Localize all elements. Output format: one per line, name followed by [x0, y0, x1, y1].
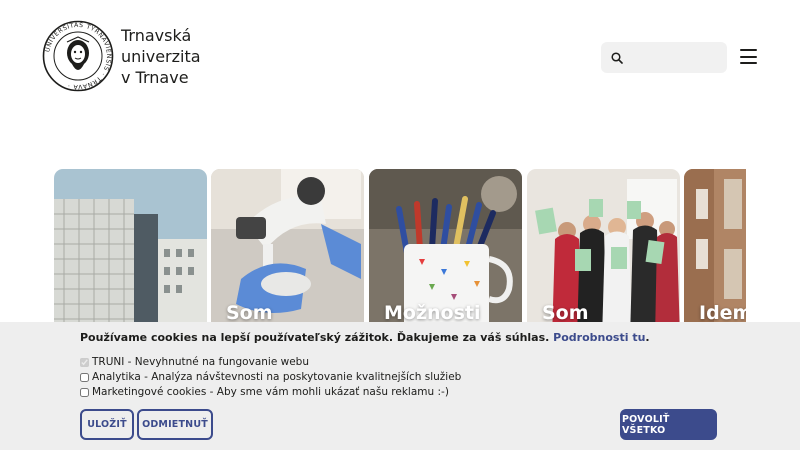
search-input[interactable] [631, 50, 721, 65]
university-seal-icon: UNIVERSITAS TYRNAVIENSIS · TRNAVA · [42, 20, 114, 92]
marketing-checkbox[interactable] [80, 387, 89, 397]
allow-all-button[interactable]: POVOLIŤ VŠETKO [620, 409, 717, 440]
marketing-label: Marketingové cookies - Aby sme vám mohli… [92, 386, 449, 398]
save-button[interactable]: ULOŽIŤ [80, 409, 134, 440]
university-name: Trnavská univerzita v Trnave [121, 25, 201, 88]
card-university-building[interactable] [54, 169, 207, 329]
logo-line-3: v Trnave [121, 67, 189, 87]
reject-button[interactable]: ODMIETNUŤ [137, 409, 213, 440]
card-title: Idem [699, 302, 746, 324]
cookie-option-necessary: TRUNI - Nevyhnutné na fungovanie webu [80, 356, 309, 368]
necessary-label: TRUNI - Nevyhnutné na fungovanie webu [92, 356, 309, 368]
search-box[interactable] [601, 42, 727, 73]
cookie-message-period: . [645, 331, 650, 344]
hamburger-menu-icon[interactable] [740, 49, 757, 64]
cookie-option-marketing[interactable]: Marketingové cookies - Aby sme vám mohli… [80, 386, 449, 398]
page: UNIVERSITAS TYRNAVIENSIS · TRNAVA · Trna… [0, 0, 800, 450]
card-building-facade[interactable]: Idem [684, 169, 746, 329]
card-graduates-with-diplomas[interactable]: Som [527, 169, 680, 329]
logo-line-2: univerzita [121, 46, 201, 66]
card-mug-of-pens[interactable]: Možnosti [369, 169, 522, 329]
cookie-message-text: Používame cookies na lepší používateľský… [80, 331, 550, 344]
card-microscope-lab[interactable]: Som [211, 169, 364, 329]
building-photo [54, 169, 207, 329]
menu-bar [740, 55, 757, 58]
card-title: Možnosti [384, 302, 481, 324]
analytics-label: Analytika - Analýza návštevnosti na posk… [92, 371, 462, 383]
cookie-banner: Používame cookies na lepší používateľský… [0, 322, 800, 450]
cookie-option-analytics[interactable]: Analytika - Analýza návštevnosti na posk… [80, 371, 461, 383]
menu-bar [740, 62, 757, 64]
analytics-checkbox[interactable] [80, 372, 89, 382]
search-icon[interactable] [611, 51, 623, 64]
card-title: Som [542, 302, 589, 324]
cards-carousel: Som Možnosti Som Idem [54, 169, 746, 329]
menu-bar [740, 49, 757, 51]
university-logo[interactable]: UNIVERSITAS TYRNAVIENSIS · TRNAVA · Trna… [42, 20, 201, 92]
cookie-message: Používame cookies na lepší používateľský… [80, 331, 650, 344]
card-title: Som [226, 302, 273, 324]
cookie-details-link[interactable]: Podrobnosti tu [553, 331, 645, 344]
logo-line-1: Trnavská [121, 25, 192, 45]
necessary-checkbox [80, 357, 89, 367]
